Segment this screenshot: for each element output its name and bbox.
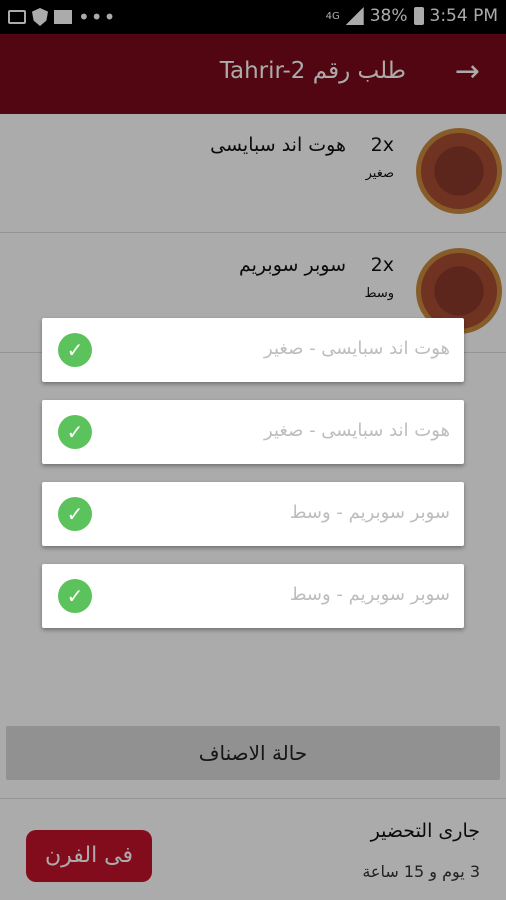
check-circle-icon[interactable]: ✓ [58,415,92,449]
check-circle-icon[interactable]: ✓ [58,579,92,613]
dialog-item-label: سوبر سوبريم - وسط [289,502,450,523]
dialog-item[interactable]: ✓ سوبر سوبريم - وسط [42,482,464,546]
check-circle-icon[interactable]: ✓ [58,333,92,367]
dialog-item[interactable]: ✓ هوت اند سبايسى - صغير [42,400,464,464]
dialog-item[interactable]: ✓ هوت اند سبايسى - صغير [42,318,464,382]
dialog-item-label: هوت اند سبايسى - صغير [264,420,450,441]
dialog-item-label: سوبر سوبريم - وسط [289,584,450,605]
dialog-item-label: هوت اند سبايسى - صغير [264,338,450,359]
check-circle-icon[interactable]: ✓ [58,497,92,531]
dialog-item[interactable]: ✓ سوبر سوبريم - وسط [42,564,464,628]
